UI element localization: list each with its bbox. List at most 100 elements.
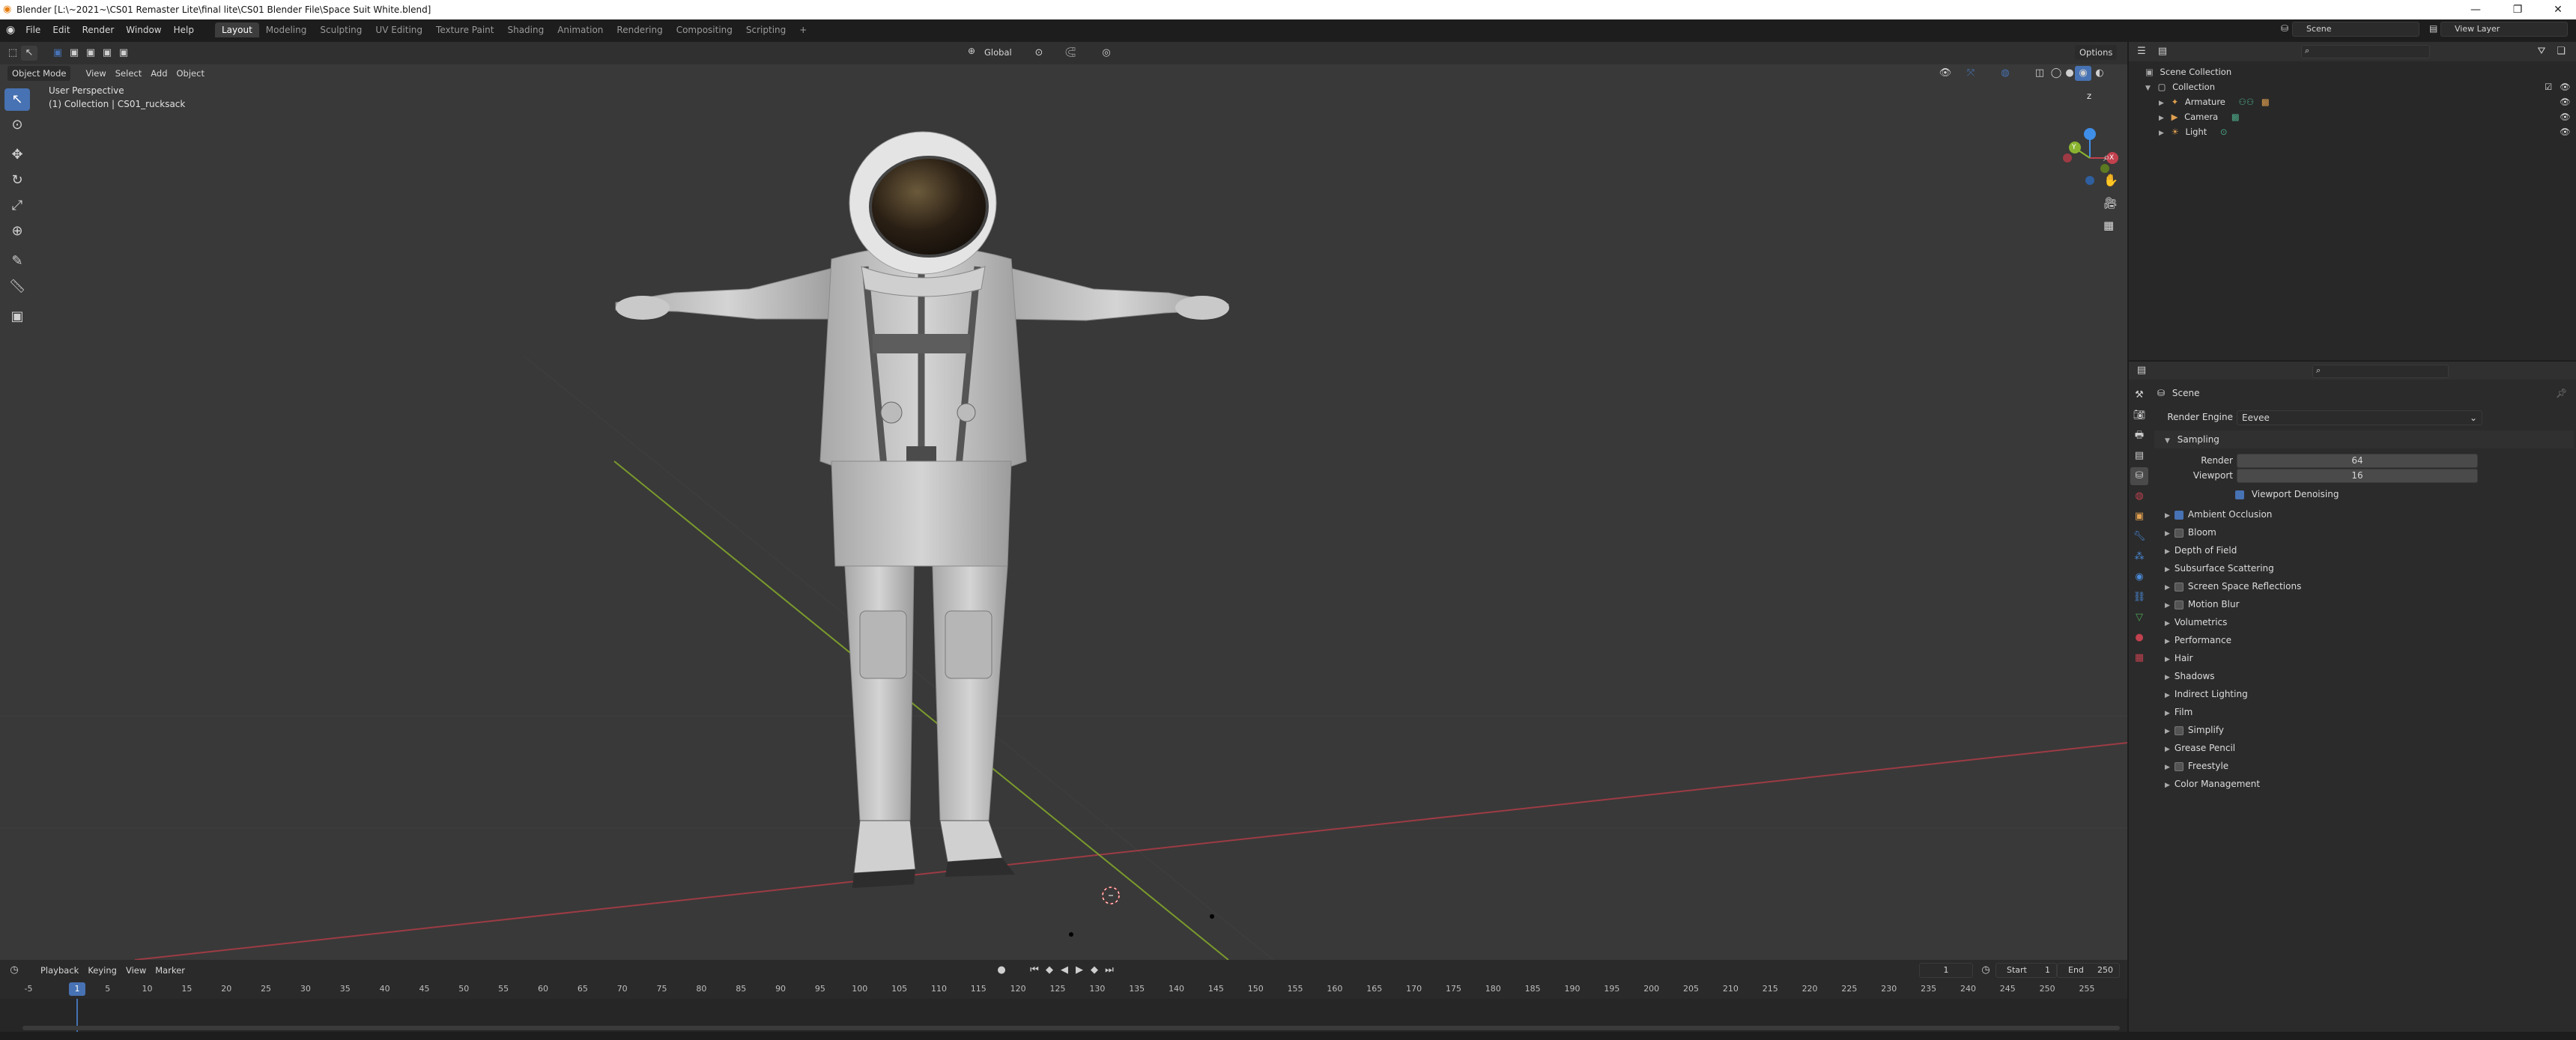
panel-header-ambient-occlusion[interactable]: ▶ Ambient Occlusion: [2154, 505, 2574, 523]
panel-header-performance[interactable]: ▶ Performance: [2154, 631, 2574, 649]
transform-tool-icon[interactable]: ⊕: [4, 220, 30, 243]
expand-arrow-icon[interactable]: ▶: [2165, 710, 2170, 717]
panel-header-motion-blur[interactable]: ▶ Motion Blur: [2154, 595, 2574, 613]
viewport-canvas[interactable]: [0, 42, 2127, 960]
select-intersect-icon[interactable]: ▣: [115, 46, 132, 61]
expand-arrow-icon[interactable]: ▶: [2159, 115, 2164, 122]
expand-arrow-icon[interactable]: ▶: [2159, 100, 2164, 107]
modifier-tab-icon[interactable]: 🔧︎: [2130, 528, 2148, 546]
add-workspace-button[interactable]: +: [793, 22, 813, 37]
tab-scripting[interactable]: Scripting: [739, 22, 793, 37]
object-visibility-icon[interactable]: 👁︎: [1937, 66, 1954, 81]
expand-arrow-icon[interactable]: ▶: [2165, 566, 2170, 574]
tab-sculpting[interactable]: Sculpting: [313, 22, 369, 37]
armature-visibility-icon[interactable]: 👁︎: [2560, 94, 2571, 109]
timeline-menu-view[interactable]: View: [121, 963, 151, 978]
expand-arrow-icon[interactable]: ▶: [2165, 782, 2170, 789]
current-frame-field[interactable]: 1: [1919, 963, 1973, 978]
output-tab-icon[interactable]: 🖶︎: [2130, 427, 2148, 445]
rendered-shading-icon[interactable]: ◐: [2091, 66, 2108, 81]
timeline-scrollbar[interactable]: [22, 1026, 2120, 1030]
timeline-menu-playback[interactable]: Playback: [36, 963, 83, 978]
grid-perspective-icon[interactable]: ▦: [2103, 219, 2114, 232]
tab-layout[interactable]: Layout: [214, 22, 259, 37]
viewport-menu-select[interactable]: Select: [111, 66, 146, 81]
expand-arrow-icon[interactable]: ▶: [2165, 656, 2170, 663]
expand-arrow-icon[interactable]: ▶: [2165, 530, 2170, 538]
properties-editor-icon[interactable]: ▤: [2133, 363, 2150, 378]
select-new-icon[interactable]: ▣: [49, 46, 66, 61]
playhead-frame-indicator[interactable]: 1: [69, 982, 85, 996]
new-collection-icon[interactable]: ❏: [2553, 44, 2569, 59]
outliner-editor-icon[interactable]: ☰: [2133, 44, 2150, 59]
panel-header-freestyle[interactable]: ▶ Freestyle: [2154, 757, 2574, 775]
render-samples-field[interactable]: 64: [2237, 454, 2478, 468]
expand-arrow-icon[interactable]: ▶: [2165, 764, 2170, 771]
scene-tab-icon[interactable]: ⛁: [2130, 467, 2148, 485]
texture-tab-icon[interactable]: ▦: [2130, 649, 2148, 667]
collection-checkbox-icon[interactable]: ☑: [2545, 79, 2552, 94]
expand-arrow-icon[interactable]: ▶: [2165, 746, 2170, 753]
measure-tool-icon[interactable]: 📏︎: [4, 276, 30, 298]
options-button[interactable]: Options: [2075, 45, 2118, 60]
object-tab-icon[interactable]: ▣: [2130, 508, 2148, 526]
filter-icon[interactable]: ⛛: [2533, 44, 2550, 59]
tab-compositing[interactable]: Compositing: [670, 22, 739, 37]
object-mode-select[interactable]: Object Mode: [7, 66, 71, 81]
next-keyframe-icon[interactable]: ◆: [1086, 963, 1103, 978]
timeline-menu-keying[interactable]: Keying: [83, 963, 121, 978]
data-tab-icon[interactable]: ▽: [2130, 609, 2148, 627]
end-frame-field[interactable]: End 250: [2057, 963, 2120, 978]
tab-modeling[interactable]: Modeling: [259, 22, 314, 37]
panel-header-shadows[interactable]: ▶ Shadows: [2154, 667, 2574, 685]
tab-texture-paint[interactable]: Texture Paint: [429, 22, 500, 37]
outliner-collection[interactable]: ▼ ▢ Collection ☑ 👁︎: [2129, 79, 2576, 94]
scene-selector[interactable]: Scene: [2292, 22, 2419, 37]
panel-header-indirect-lighting[interactable]: ▶ Indirect Lighting: [2154, 685, 2574, 703]
minimize-button[interactable]: —: [2457, 0, 2494, 19]
outliner-item-camera[interactable]: ▶ ▶ Camera ▩ 👁︎: [2129, 109, 2576, 124]
sampling-panel-header[interactable]: ▼ Sampling: [2154, 431, 2574, 448]
physics-tab-icon[interactable]: ◉: [2130, 568, 2148, 586]
cursor-tool-icon[interactable]: ⊙: [4, 114, 30, 136]
expand-arrow-icon[interactable]: ▶: [2165, 692, 2170, 699]
blender-menu-icon[interactable]: ◉: [6, 24, 15, 36]
select-invert-icon[interactable]: ▣: [99, 46, 115, 61]
display-mode-icon[interactable]: ▤: [2154, 44, 2171, 59]
select-mode-icon[interactable]: ↖: [21, 46, 37, 61]
viewport-menu-object[interactable]: Object: [172, 66, 209, 81]
gizmo-toggle-icon[interactable]: ⤧: [1963, 66, 1979, 81]
panel-checkbox[interactable]: [2174, 600, 2183, 609]
snap-icon[interactable]: 🧲︎: [1062, 46, 1079, 61]
expand-arrow-icon[interactable]: ▶: [2165, 584, 2170, 592]
panel-header-grease-pencil[interactable]: ▶ Grease Pencil: [2154, 739, 2574, 757]
panel-header-depth-of-field[interactable]: ▶ Depth of Field: [2154, 541, 2574, 559]
render-engine-select[interactable]: Eevee ⌄: [2237, 410, 2482, 425]
jump-end-icon[interactable]: ⏭: [1101, 963, 1118, 978]
world-tab-icon[interactable]: ◍: [2130, 487, 2148, 505]
tab-uv-editing[interactable]: UV Editing: [369, 22, 429, 37]
overlays-toggle-icon[interactable]: ◍: [1997, 66, 2013, 81]
timeline-ruler[interactable]: -515101520253035404550556065707580859095…: [0, 981, 2127, 999]
prev-keyframe-icon[interactable]: ◆: [1041, 963, 1058, 978]
rotate-tool-icon[interactable]: ↻: [4, 169, 30, 192]
proportional-edit-icon[interactable]: ◎: [1098, 46, 1115, 61]
tab-animation[interactable]: Animation: [551, 22, 610, 37]
close-button[interactable]: ✕: [2539, 0, 2576, 19]
expand-arrow-icon[interactable]: ▶: [2165, 674, 2170, 681]
select-subtract-icon[interactable]: ▣: [82, 46, 99, 61]
panel-header-volumetrics[interactable]: ▶ Volumetrics: [2154, 613, 2574, 631]
view-layer-tab-icon[interactable]: ▤: [2130, 447, 2148, 465]
viewport-menu-view[interactable]: View: [81, 66, 110, 81]
select-box-tool-icon[interactable]: ↖: [4, 88, 30, 111]
outliner-search-input[interactable]: ⌕: [2301, 45, 2430, 58]
panel-header-subsurface-scattering[interactable]: ▶ Subsurface Scattering: [2154, 559, 2574, 577]
expand-arrow-icon[interactable]: ▶: [2165, 548, 2170, 556]
collection-visibility-icon[interactable]: 👁︎: [2560, 79, 2571, 94]
editor-type-icon[interactable]: ⬚: [4, 46, 21, 61]
scale-tool-icon[interactable]: ⤢: [4, 195, 30, 217]
material-tab-icon[interactable]: ●: [2130, 629, 2148, 647]
expand-arrow-icon[interactable]: ▶: [2165, 728, 2170, 735]
expand-arrow-icon[interactable]: ▶: [2165, 638, 2170, 645]
play-reverse-icon[interactable]: ◀: [1056, 963, 1073, 978]
